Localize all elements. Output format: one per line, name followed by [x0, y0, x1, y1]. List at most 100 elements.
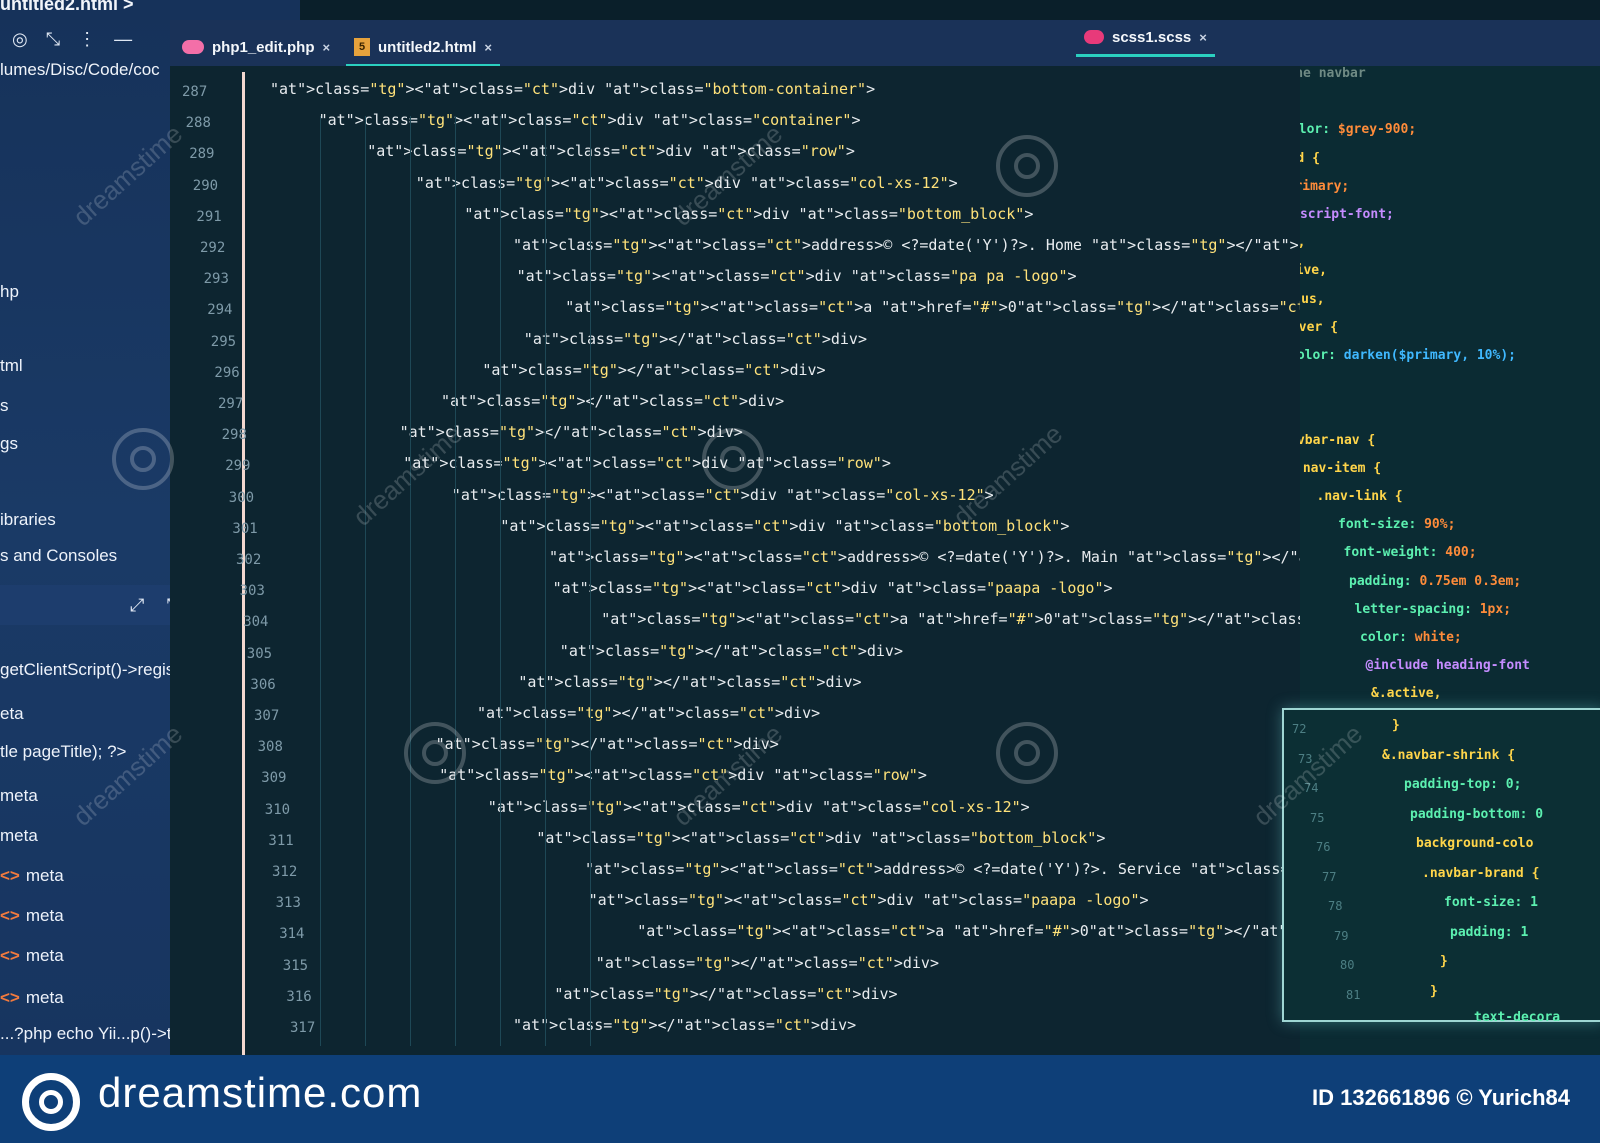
scss-line[interactable]: padding-top: 0; [1404, 777, 1521, 792]
code-line[interactable]: "at">class="tg"><"at">class="ct">div "at… [439, 766, 927, 784]
code-line[interactable]: "at">class="tg"><"at">class="ct">address… [549, 548, 1300, 566]
tree-item-libraries[interactable]: ibraries [0, 510, 56, 530]
project-path: lumes/Disc/Code/coc [0, 60, 160, 79]
line-number: 303 [239, 583, 265, 600]
scss-line[interactable]: @include heading-font [1366, 658, 1530, 673]
scss-line[interactable]: } [1430, 984, 1438, 999]
scss-line[interactable]: font-size: 1 [1444, 895, 1538, 910]
scss-line[interactable]: font-weight: 400; [1344, 545, 1477, 560]
outline-item[interactable]: <> meta [0, 906, 64, 926]
indent-guide [590, 116, 591, 1046]
line-number: 298 [221, 427, 247, 444]
scss-line[interactable]: color: white; [1360, 630, 1462, 645]
minimize-icon[interactable]: — [114, 29, 132, 50]
footer-brand: dreamstime.com [98, 1069, 423, 1116]
expand-icon[interactable]: ⤢ [130, 595, 144, 616]
code-line[interactable]: "at">class="tg"></"at">class="ct">div> [596, 954, 939, 972]
code-line[interactable]: "at">class="tg"><"at">class="ct">div "at… [403, 454, 891, 472]
code-line[interactable]: "at">class="tg"></"at">class="ct">div> [436, 735, 779, 753]
close-tab-icon[interactable]: × [323, 40, 331, 55]
tab-scss1[interactable]: scss1.scss × [1076, 20, 1215, 57]
scss-line[interactable]: background-color: $grey-900; [1300, 122, 1416, 137]
scss-line[interactable]: font-size: 90%; [1338, 517, 1455, 532]
scss-line[interactable]: .nav-item { [1300, 461, 1381, 476]
line-number: 294 [207, 302, 233, 319]
code-line[interactable]: "at">class="tg"><"at">class="ct">a "at">… [637, 922, 1300, 940]
watermark-logo [112, 428, 174, 490]
code-line[interactable]: "at">class="tg"></"at">class="ct">div> [513, 1016, 856, 1034]
code-line[interactable]: "at">class="tg"><"at">class="ct">a "at">… [601, 610, 1300, 628]
collapse-icon[interactable]: ⤡ [46, 29, 60, 50]
tree-item-scratches[interactable]: s and Consoles [0, 546, 117, 566]
scss-line[interactable]: color: darken($primary, 10%); [1300, 348, 1516, 363]
breadcrumb[interactable]: untitled2.html > [0, 0, 134, 15]
code-line[interactable]: "at">class="tg"></"at">class="ct">div> [518, 673, 861, 691]
scss-line[interactable]: padding-bottom: 0 [1410, 807, 1543, 822]
line-number: 313 [275, 895, 301, 912]
outline-item[interactable]: eta [0, 704, 24, 724]
tree-item[interactable]: hp [0, 282, 19, 302]
code-line[interactable]: "at">class="tg"></"at">class="ct">div> [524, 330, 867, 348]
code-line[interactable]: "at">class="tg"><"at">class="ct">div "at… [270, 80, 875, 98]
tab-untitled2[interactable]: 5 untitled2.html × [346, 30, 500, 67]
scss-line[interactable]: .nav-link { [1317, 489, 1403, 504]
outline-item[interactable]: <> meta [0, 988, 64, 1008]
tree-item[interactable]: gs [0, 434, 18, 454]
scss-line[interactable]: .navbar-brand { [1422, 866, 1539, 881]
html-editor-pane[interactable]: 287 "at">class="tg"><"at">class="ct">div … [170, 66, 1300, 1055]
scss-line[interactable]: color: $primary; [1300, 179, 1349, 194]
code-line[interactable]: "at">class="tg"><"at">class="ct">div "at… [488, 798, 1030, 816]
code-line[interactable]: "at">class="tg"><"at">class="ct">div "at… [553, 579, 1113, 597]
outline-item[interactable]: tle pageTitle); ?> [0, 742, 126, 762]
outline-item[interactable]: meta [0, 826, 38, 846]
more-options-icon[interactable]: ⋮ [78, 29, 96, 50]
html-tag-icon: <> [0, 988, 20, 1007]
scss-line[interactable]: @include script-font; [1300, 207, 1394, 222]
close-tab-icon[interactable]: × [484, 40, 492, 55]
code-line[interactable]: "at">class="tg"></"at">class="ct">div> [560, 642, 903, 660]
scss-line: text-decora [1474, 1010, 1561, 1025]
scss-line[interactable]: .navbar-nav { [1300, 433, 1375, 448]
line-number: 72 [1292, 722, 1307, 736]
scss-line[interactable]: padding: 0.75em 0.3em; [1349, 574, 1521, 589]
close-tab-icon[interactable]: × [1199, 30, 1207, 45]
code-line[interactable]: "at">class="tg"><"at">class="ct">address… [585, 860, 1300, 878]
code-line[interactable]: "at">class="tg"><"at">class="ct">div "at… [500, 517, 1069, 535]
tab-php1-edit[interactable]: php1_edit.php × [174, 30, 338, 64]
html-tag-icon: <> [0, 906, 20, 925]
tree-item[interactable]: s [0, 396, 9, 416]
line-number: 78 [1328, 899, 1343, 913]
scss-line[interactable]: background-colo [1416, 836, 1533, 851]
outline-item[interactable]: <> meta [0, 946, 64, 966]
line-number: 297 [218, 396, 244, 412]
line-number: 288 [185, 115, 211, 132]
scss-line[interactable]: &:active, [1300, 263, 1327, 278]
outline-item[interactable]: meta [0, 786, 38, 806]
scss-line[interactable]: // Styling for the navbar [1300, 66, 1366, 81]
editor-tab-bar: php1_edit.php × 5 untitled2.html × scss1… [170, 20, 1600, 67]
code-line[interactable]: "at">class="tg"><"at">class="ct">address… [513, 236, 1300, 254]
code-line[interactable]: "at">class="tg"><"at">class="ct">div "at… [589, 891, 1149, 909]
scss-line[interactable]: &.active, [1300, 235, 1305, 250]
outline-item[interactable]: <> meta [0, 866, 64, 886]
scss-line[interactable]: &.navbar-shrink { [1382, 748, 1515, 763]
tree-item[interactable]: tml [0, 356, 23, 376]
scss-line[interactable]: letter-spacing: 1px; [1355, 602, 1512, 617]
scss-line[interactable]: &.active, [1371, 686, 1441, 701]
scss-line[interactable]: &:focus, [1300, 292, 1325, 307]
line-number: 315 [282, 957, 309, 974]
code-line[interactable]: "at">class="tg"><"at">class="ct">div "at… [416, 174, 958, 192]
scss-line[interactable]: .navbar-brand { [1300, 151, 1320, 166]
scss-line[interactable]: } [1440, 954, 1448, 969]
code-line[interactable]: "at">class="tg"><"at">class="ct">div "at… [464, 205, 1033, 223]
code-line[interactable]: "at">class="tg"></"at">class="ct">div> [554, 985, 897, 1003]
target-icon[interactable]: ◎ [12, 29, 28, 50]
code-line[interactable]: "at">class="tg"></"at">class="ct">div> [482, 361, 825, 379]
scss-line[interactable]: &:hover { [1300, 320, 1338, 335]
code-line[interactable]: "at">class="tg"></"at">class="ct">div> [441, 392, 784, 410]
scss-line[interactable]: padding: 1 [1450, 925, 1528, 940]
code-line[interactable]: "at">class="tg"><"at">class="ct">div "at… [536, 829, 1105, 847]
code-line[interactable]: "at">class="tg"><"at">class="ct">a "at">… [565, 298, 1300, 316]
scss-line[interactable]: } [1392, 718, 1400, 733]
code-line[interactable]: "at">class="tg"><"at">class="ct">div "at… [517, 267, 1077, 285]
